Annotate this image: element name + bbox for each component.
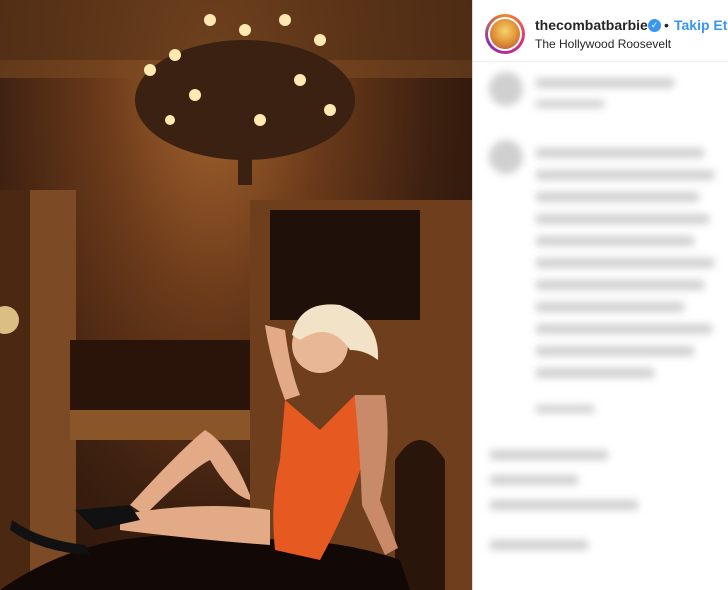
follow-button[interactable]: Takip Et: [674, 17, 727, 33]
verified-badge-icon: ✓: [648, 19, 661, 32]
post-header: thecombatbarbie ✓ • Takip Et The Hollywo…: [473, 0, 728, 62]
post-photo[interactable]: [0, 0, 472, 590]
account-username[interactable]: thecombatbarbie: [535, 17, 648, 33]
photo-scene: [0, 0, 472, 590]
avatar-image: [490, 19, 520, 49]
separator-dot: •: [664, 17, 669, 33]
avatar-ring: [488, 17, 522, 51]
account-avatar[interactable]: [485, 14, 525, 54]
post-sidebar: thecombatbarbie ✓ • Takip Et The Hollywo…: [472, 0, 728, 590]
post-location[interactable]: The Hollywood Roosevelt: [535, 37, 671, 51]
